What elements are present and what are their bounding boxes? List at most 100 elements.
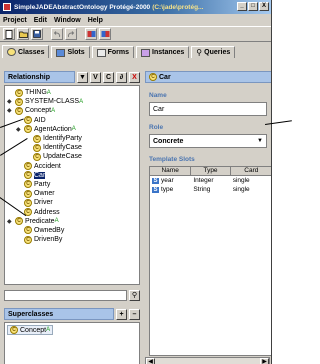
column-type[interactable]: Type [191, 167, 231, 176]
add-superclass-button[interactable]: + [116, 308, 127, 320]
table-row[interactable]: Syear Integer single [150, 176, 271, 185]
column-name[interactable]: Name [150, 167, 192, 176]
tree-item[interactable]: ◆ C Concept A [7, 106, 139, 115]
class-icon: C [15, 97, 23, 106]
tab-instances-label: Instances [152, 49, 185, 56]
expand-toggle-icon[interactable]: ◆ [16, 126, 24, 133]
tree-item[interactable]: C DrivenBy [7, 235, 139, 244]
tree-item[interactable]: C IdentifyCase [7, 143, 139, 152]
relationship-header: Relationship ▼ V C ∂ X [4, 70, 140, 84]
tree-item[interactable]: C OwnedBy [7, 226, 139, 235]
class-search-input[interactable] [4, 289, 127, 301]
class-icon: C [33, 134, 41, 143]
abstract-marker: A [54, 218, 59, 225]
undo-icon[interactable] [51, 28, 63, 40]
slot-name: type [161, 186, 174, 193]
tree-item[interactable]: ◆ C SYSTEM-CLASS A [7, 97, 139, 106]
class-icon: C [15, 217, 23, 226]
abstract-marker: A [46, 89, 51, 96]
expand-toggle-icon[interactable]: ◆ [7, 218, 15, 225]
tree-item-label: Predicate [25, 217, 55, 225]
tree-item[interactable]: C Driver [7, 198, 139, 207]
tree-item[interactable]: C Accident [7, 162, 139, 171]
role-select[interactable]: Concrete ▼ [149, 134, 267, 148]
form-header-title: Car [159, 73, 171, 81]
table-row[interactable]: Stype String single [150, 185, 271, 194]
delete-class-button[interactable]: X [129, 71, 140, 83]
class-icon: C [149, 73, 157, 81]
menu-project[interactable]: Project [3, 17, 27, 24]
document-icon[interactable]: ∂ [116, 71, 127, 83]
tree-item[interactable]: C UpdateCase [7, 152, 139, 161]
abstract-marker: A [79, 98, 84, 105]
tree-item[interactable]: C THING A [7, 88, 139, 97]
slot-name: year [161, 177, 174, 184]
paste-icon[interactable] [99, 28, 111, 40]
slot-card: single [232, 177, 250, 184]
scroll-right-icon[interactable]: ▶ [260, 358, 269, 364]
view-class-button[interactable]: V [90, 71, 101, 83]
tree-item-label: UpdateCase [43, 153, 82, 161]
tree-item-label: THING [25, 89, 47, 97]
tab-instances[interactable]: Instances [136, 46, 190, 58]
tree-item[interactable]: C Address [7, 207, 139, 217]
tree-item-label: Address [34, 208, 60, 216]
superclass-item-label: Concept [20, 326, 47, 334]
menu-edit[interactable]: Edit [34, 17, 47, 24]
tree-item-label: Concept [25, 107, 52, 115]
scroll-left-icon[interactable]: ◀ [146, 358, 155, 364]
column-card[interactable]: Card [230, 167, 271, 176]
class-icon: C [10, 326, 18, 334]
role-label: Role [149, 124, 164, 131]
instances-tab-icon [141, 48, 150, 57]
tab-queries-label: Queries [204, 49, 231, 56]
window-title-path: (C:\jade\protég... [152, 3, 204, 11]
template-slots-label: Template Slots [149, 156, 195, 163]
remove-superclass-button[interactable]: – [129, 308, 140, 320]
class-icon: C [24, 171, 32, 180]
search-icon[interactable]: ⚲ [129, 289, 140, 301]
title-bar: SimpleJADEAbstractOntology Protégé-2000 … [0, 0, 271, 14]
tab-forms[interactable]: Forms [91, 46, 134, 58]
relationship-dropdown[interactable]: ▼ [77, 71, 88, 83]
superclass-item[interactable]: C Concept A [7, 325, 54, 335]
open-folder-icon[interactable] [17, 28, 29, 40]
create-class-button[interactable]: C [103, 71, 114, 83]
forms-tab-icon [96, 48, 106, 57]
tree-item-label: IdentifyCase [43, 144, 82, 152]
class-tree[interactable]: C THING A ◆ C SYSTEM-CLASS A ◆ C Concept A C AID ◆ C Ag… [4, 85, 140, 285]
class-icon: C [24, 189, 32, 198]
tab-queries[interactable]: ⚲ Queries [191, 46, 236, 58]
horizontal-scrollbar[interactable]: ◀ ▶ [145, 357, 270, 364]
tab-slots[interactable]: Slots [51, 46, 90, 58]
tree-item[interactable]: ◆ C AgentAction A [7, 125, 139, 134]
close-button[interactable]: X [259, 2, 269, 11]
tree-item[interactable]: C Party [7, 180, 139, 189]
superclasses-list: C Concept A [4, 322, 140, 364]
tree-item[interactable]: C Owner [7, 189, 139, 198]
tab-forms-label: Forms [107, 49, 129, 56]
chevron-down-icon: ▼ [257, 138, 263, 144]
menu-window[interactable]: Window [54, 17, 81, 24]
tree-item[interactable]: C Car [7, 171, 139, 180]
name-field[interactable]: Car [149, 102, 267, 116]
tab-slots-label: Slots [67, 49, 85, 56]
menu-help[interactable]: Help [88, 17, 103, 24]
tree-item-label: Car [34, 171, 46, 179]
slot-type: Integer [193, 177, 214, 184]
tree-item[interactable]: C AID [7, 116, 139, 125]
tree-item-label: Owner [34, 190, 55, 198]
expand-toggle-icon[interactable]: ◆ [7, 107, 15, 114]
new-file-icon[interactable] [3, 28, 15, 40]
minimize-button[interactable]: _ [237, 2, 247, 11]
redo-icon[interactable] [65, 28, 77, 40]
expand-toggle-icon[interactable]: ◆ [7, 98, 15, 105]
maximize-button[interactable]: □ [248, 2, 258, 11]
tree-item[interactable]: ◆ C Predicate A [7, 217, 139, 226]
slot-icon: S [152, 187, 159, 193]
class-icon: C [33, 143, 41, 152]
tab-classes[interactable]: Classes [2, 45, 50, 58]
save-icon[interactable] [31, 28, 43, 40]
cut-icon[interactable] [85, 28, 97, 40]
tree-item-label: Driver [34, 199, 53, 207]
